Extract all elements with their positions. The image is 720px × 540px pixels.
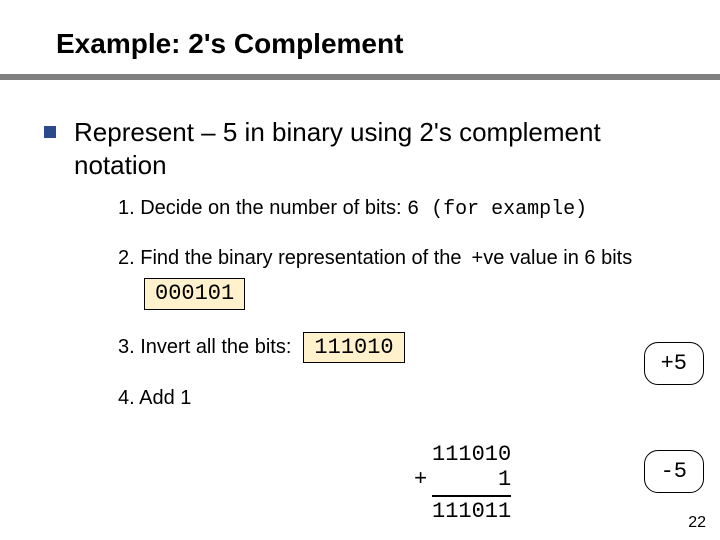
addend-b: 1 bbox=[432, 467, 511, 492]
step-3: 3. Invert all the bits: 111010 bbox=[118, 332, 680, 364]
plus-sign: + bbox=[414, 467, 427, 492]
addition-block: 111010 1 + 111011 bbox=[432, 442, 511, 524]
step-3-value: 111010 bbox=[303, 332, 404, 364]
step-4-label: 4. Add 1 bbox=[118, 387, 191, 409]
page-number: 22 bbox=[688, 514, 706, 532]
step-2: 2. Find the binary representation of the… bbox=[118, 245, 680, 310]
step-1-value: 6 (for example) bbox=[407, 198, 587, 221]
callout-negative: -5 bbox=[644, 450, 704, 493]
step-4: 4. Add 1 bbox=[118, 385, 680, 412]
addend-a: 111010 bbox=[432, 442, 511, 467]
step-2-line2: +ve value in 6 bits bbox=[472, 245, 633, 272]
addition-sum: 111011 bbox=[432, 495, 511, 524]
bullet-icon bbox=[44, 126, 56, 138]
step-2-value: 000101 bbox=[144, 278, 245, 310]
step-1-label: 1. Decide on the number of bits: bbox=[118, 197, 402, 219]
main-point: Represent – 5 in binary using 2's comple… bbox=[74, 116, 680, 181]
step-2-line1: 2. Find the binary representation of the bbox=[118, 245, 462, 272]
step-1: 1. Decide on the number of bits: 6 (for … bbox=[118, 195, 680, 223]
slide-title: Example: 2's Complement bbox=[0, 0, 720, 74]
step-3-label: 3. Invert all the bits: bbox=[118, 334, 291, 361]
callout-positive: +5 bbox=[644, 342, 704, 385]
